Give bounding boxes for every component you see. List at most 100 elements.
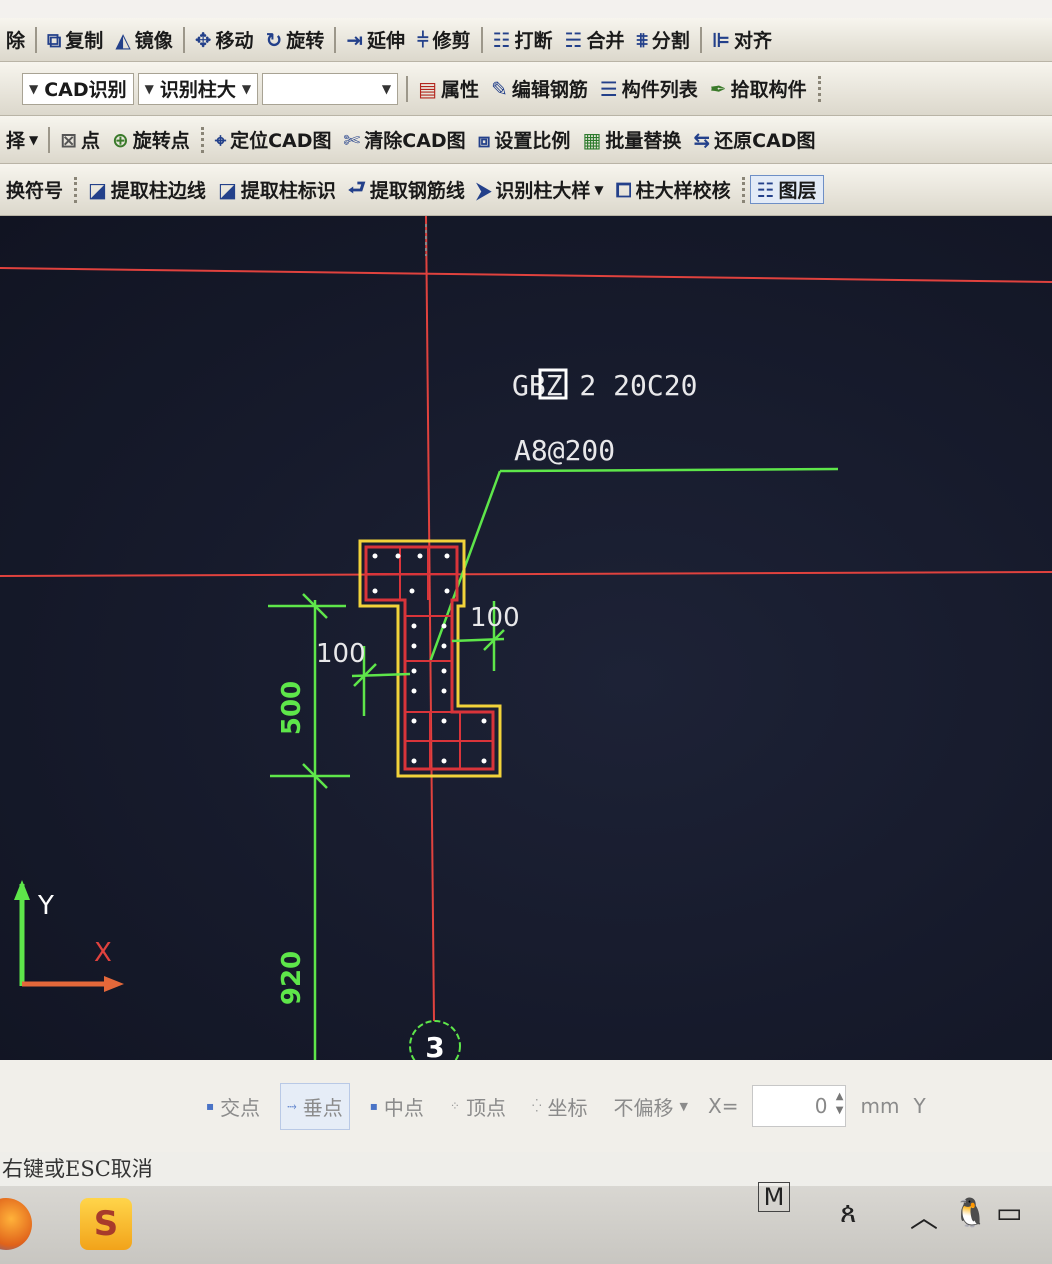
toolbar-cad: 择 ▼ ⊠ 点 ⊕ 旋转点 ⌖ 定位CAD图 ✄ 清除CAD图 ⧈ 设置比例 ▦ 批量替换 ⇆… bbox=[0, 116, 1052, 164]
tool-clear-cad[interactable]: ✄ 清除CAD图 bbox=[338, 126, 472, 153]
chevron-up-icon[interactable]: ︿ bbox=[910, 1196, 938, 1236]
tool-set-scale[interactable]: ⧈ 设置比例 bbox=[472, 126, 577, 153]
extract-rebar-icon: ⮐ bbox=[347, 174, 366, 199]
ucs-y-label: Y bbox=[37, 891, 54, 921]
tool-move[interactable]: ✥ 移动 bbox=[189, 26, 260, 53]
toolbar-separator bbox=[74, 176, 78, 203]
tool-locate-cad[interactable]: ⌖ 定位CAD图 bbox=[209, 126, 338, 153]
tool-merge-label: 合并 bbox=[586, 30, 625, 52]
dimension-100-right-text: 100 bbox=[470, 603, 520, 633]
component-type-dropdown[interactable]: ▼ 识别柱大 ▼ bbox=[137, 72, 259, 105]
chevron-down-icon: ▼ bbox=[144, 81, 154, 96]
tool-align[interactable]: ⊫ 对齐 bbox=[706, 26, 778, 53]
offset-mode-dropdown[interactable]: 不偏移 ▼ bbox=[608, 1084, 694, 1129]
ime-indicator[interactable]: M bbox=[758, 1182, 790, 1212]
x-coordinate-value: 0 bbox=[814, 1094, 828, 1118]
tool-mirror-label: 镜像 bbox=[134, 30, 173, 52]
tool-extract-column-label[interactable]: ◪ 提取柱标识 bbox=[212, 176, 342, 203]
component-type-value: 识别柱大 bbox=[159, 79, 236, 101]
component-name-dropdown[interactable]: ▼ bbox=[262, 72, 399, 105]
break-icon: ☷ bbox=[492, 27, 511, 52]
tool-component-list[interactable]: ☰ 构件列表 bbox=[594, 75, 704, 102]
spinner-icon[interactable]: ▲ ▼ bbox=[836, 1090, 844, 1118]
snap-perpendicular-icon: ⤑ bbox=[287, 1098, 297, 1113]
grid-axis-horizontal bbox=[0, 571, 1052, 577]
mirror-icon: ◭ bbox=[115, 27, 131, 52]
locate-icon: ⌖ bbox=[214, 127, 227, 152]
tool-batch-replace[interactable]: ▦ 批量替换 bbox=[576, 126, 687, 153]
tool-rotate-label: 旋转 bbox=[286, 30, 325, 52]
snap-midpoint[interactable]: ▪ 中点 bbox=[364, 1084, 430, 1129]
extend-icon: ⇥ bbox=[346, 27, 364, 52]
select-dropdown[interactable]: 择 ▼ bbox=[0, 126, 44, 153]
extract-edge-icon: ◪ bbox=[88, 177, 107, 202]
toolbar-separator bbox=[741, 176, 745, 203]
snap-coordinate-label: 坐标 bbox=[547, 1095, 588, 1120]
tool-switch-symbol[interactable]: 换符号 bbox=[0, 176, 69, 203]
unit-label: mm bbox=[860, 1094, 900, 1118]
rotate-icon: ↻ bbox=[265, 27, 283, 52]
tool-align-label: 对齐 bbox=[734, 30, 773, 52]
copy-icon: ⧉ bbox=[47, 27, 62, 52]
layer-icon: ☷ bbox=[756, 177, 775, 202]
tool-extract-rebar-line[interactable]: ⮐ 提取钢筋线 bbox=[342, 173, 471, 207]
tool-split[interactable]: ⩨ 分割 bbox=[630, 26, 695, 53]
tool-locate-cad-label: 定位CAD图 bbox=[230, 130, 332, 152]
tool-copy[interactable]: ⧉ 复制 bbox=[41, 26, 109, 53]
tool-point[interactable]: ⊠ 点 bbox=[54, 126, 106, 153]
trim-icon: ⫩ bbox=[417, 27, 429, 52]
tool-clear-cad-label: 清除CAD图 bbox=[364, 130, 466, 152]
drawing-canvas[interactable]: GBZ 2 20C20 A8@200 500 920 100 100 3 Y X bbox=[0, 216, 1052, 1060]
clear-icon: ✄ bbox=[343, 127, 361, 152]
tool-rotate[interactable]: ↻ 旋转 bbox=[260, 26, 331, 53]
dimension-line bbox=[351, 672, 411, 678]
tool-extract-column-edge-label: 提取柱边线 bbox=[110, 180, 206, 202]
snap-perpendicular[interactable]: ⤑ 垂点 bbox=[280, 1082, 350, 1130]
people-icon[interactable]: ጰ bbox=[840, 1196, 857, 1230]
snap-vertex-icon: ⁘ bbox=[449, 1099, 460, 1113]
glodon-app-taskbar-icon[interactable]: S bbox=[80, 1198, 132, 1250]
x-coordinate-input[interactable]: 0 ▲ ▼ bbox=[752, 1085, 847, 1127]
firefox-taskbar-icon[interactable] bbox=[0, 1198, 32, 1250]
battery-icon[interactable]: ▭ bbox=[996, 1196, 1022, 1229]
snap-vertex[interactable]: ⁘ 顶点 bbox=[444, 1084, 512, 1129]
qq-tray-icon[interactable]: 🐧 bbox=[953, 1196, 988, 1229]
extract-label-icon: ◪ bbox=[217, 177, 237, 202]
tool-edit-rebar-label: 编辑钢筋 bbox=[511, 79, 588, 101]
tool-mirror[interactable]: ◭ 镜像 bbox=[109, 26, 178, 53]
ucs-y-arrow-icon bbox=[14, 880, 30, 900]
tool-extract-column-edge[interactable]: ◪ 提取柱边线 bbox=[82, 176, 212, 203]
chevron-down-icon: ▼ bbox=[241, 81, 252, 96]
tool-layer[interactable]: ☷ 图层 bbox=[749, 175, 824, 204]
tool-trim[interactable]: ⫩ 修剪 bbox=[411, 26, 477, 53]
tool-extend[interactable]: ⇥ 延伸 bbox=[340, 26, 411, 53]
snap-coordinate[interactable]: ⁛ 坐标 bbox=[526, 1084, 594, 1129]
tool-trim-label: 修剪 bbox=[432, 30, 471, 52]
scale-icon: ⧈ bbox=[477, 127, 491, 152]
tool-column-detail-check[interactable]: ⧠ 柱大样校核 bbox=[610, 176, 737, 203]
tool-rotate-point[interactable]: ⊕ 旋转点 bbox=[106, 126, 196, 153]
tool-rotate-point-label: 旋转点 bbox=[132, 130, 190, 152]
dimension-100-left-text: 100 bbox=[316, 639, 366, 669]
chevron-down-icon: ▼ bbox=[381, 81, 392, 96]
tool-properties[interactable]: ▤ 属性 bbox=[412, 75, 485, 102]
tool-break[interactable]: ☷ 打断 bbox=[487, 26, 559, 53]
mode-dropdown[interactable]: ▼ CAD识别 bbox=[22, 72, 134, 105]
tool-extract-column-label-label: 提取柱标识 bbox=[240, 180, 336, 202]
tool-restore-cad[interactable]: ⇆ 还原CAD图 bbox=[687, 126, 821, 153]
toolbar-recognize: 换符号 ◪ 提取柱边线 ◪ 提取柱标识 ⮐ 提取钢筋线 ⮞ 识别柱大样 ▼ ⧠ 柱大样校核 … bbox=[0, 164, 1052, 216]
tool-recognize-column-detail[interactable]: ⮞ 识别柱大样 ▼ bbox=[471, 176, 610, 203]
tool-edit-rebar[interactable]: ✎ 编辑钢筋 bbox=[485, 75, 594, 102]
recognize-icon: ⮞ bbox=[476, 177, 492, 202]
tool-merge[interactable]: ☵ 合并 bbox=[559, 26, 631, 53]
tool-switch-symbol-label: 换符号 bbox=[6, 180, 64, 202]
tool-pick-component[interactable]: ✒ 拾取构件 bbox=[704, 75, 813, 102]
tool-layer-label: 图层 bbox=[778, 180, 817, 202]
rotate-point-icon: ⊕ bbox=[112, 127, 129, 152]
snap-intersection[interactable]: ▪ 交点 bbox=[200, 1084, 266, 1129]
tool-delete[interactable]: 除 bbox=[0, 26, 31, 53]
check-icon: ⧠ bbox=[615, 177, 632, 202]
toolbar-separator bbox=[406, 75, 409, 102]
mode-dropdown-value: CAD识别 bbox=[44, 79, 127, 101]
x-coordinate-label: X= bbox=[708, 1094, 739, 1118]
